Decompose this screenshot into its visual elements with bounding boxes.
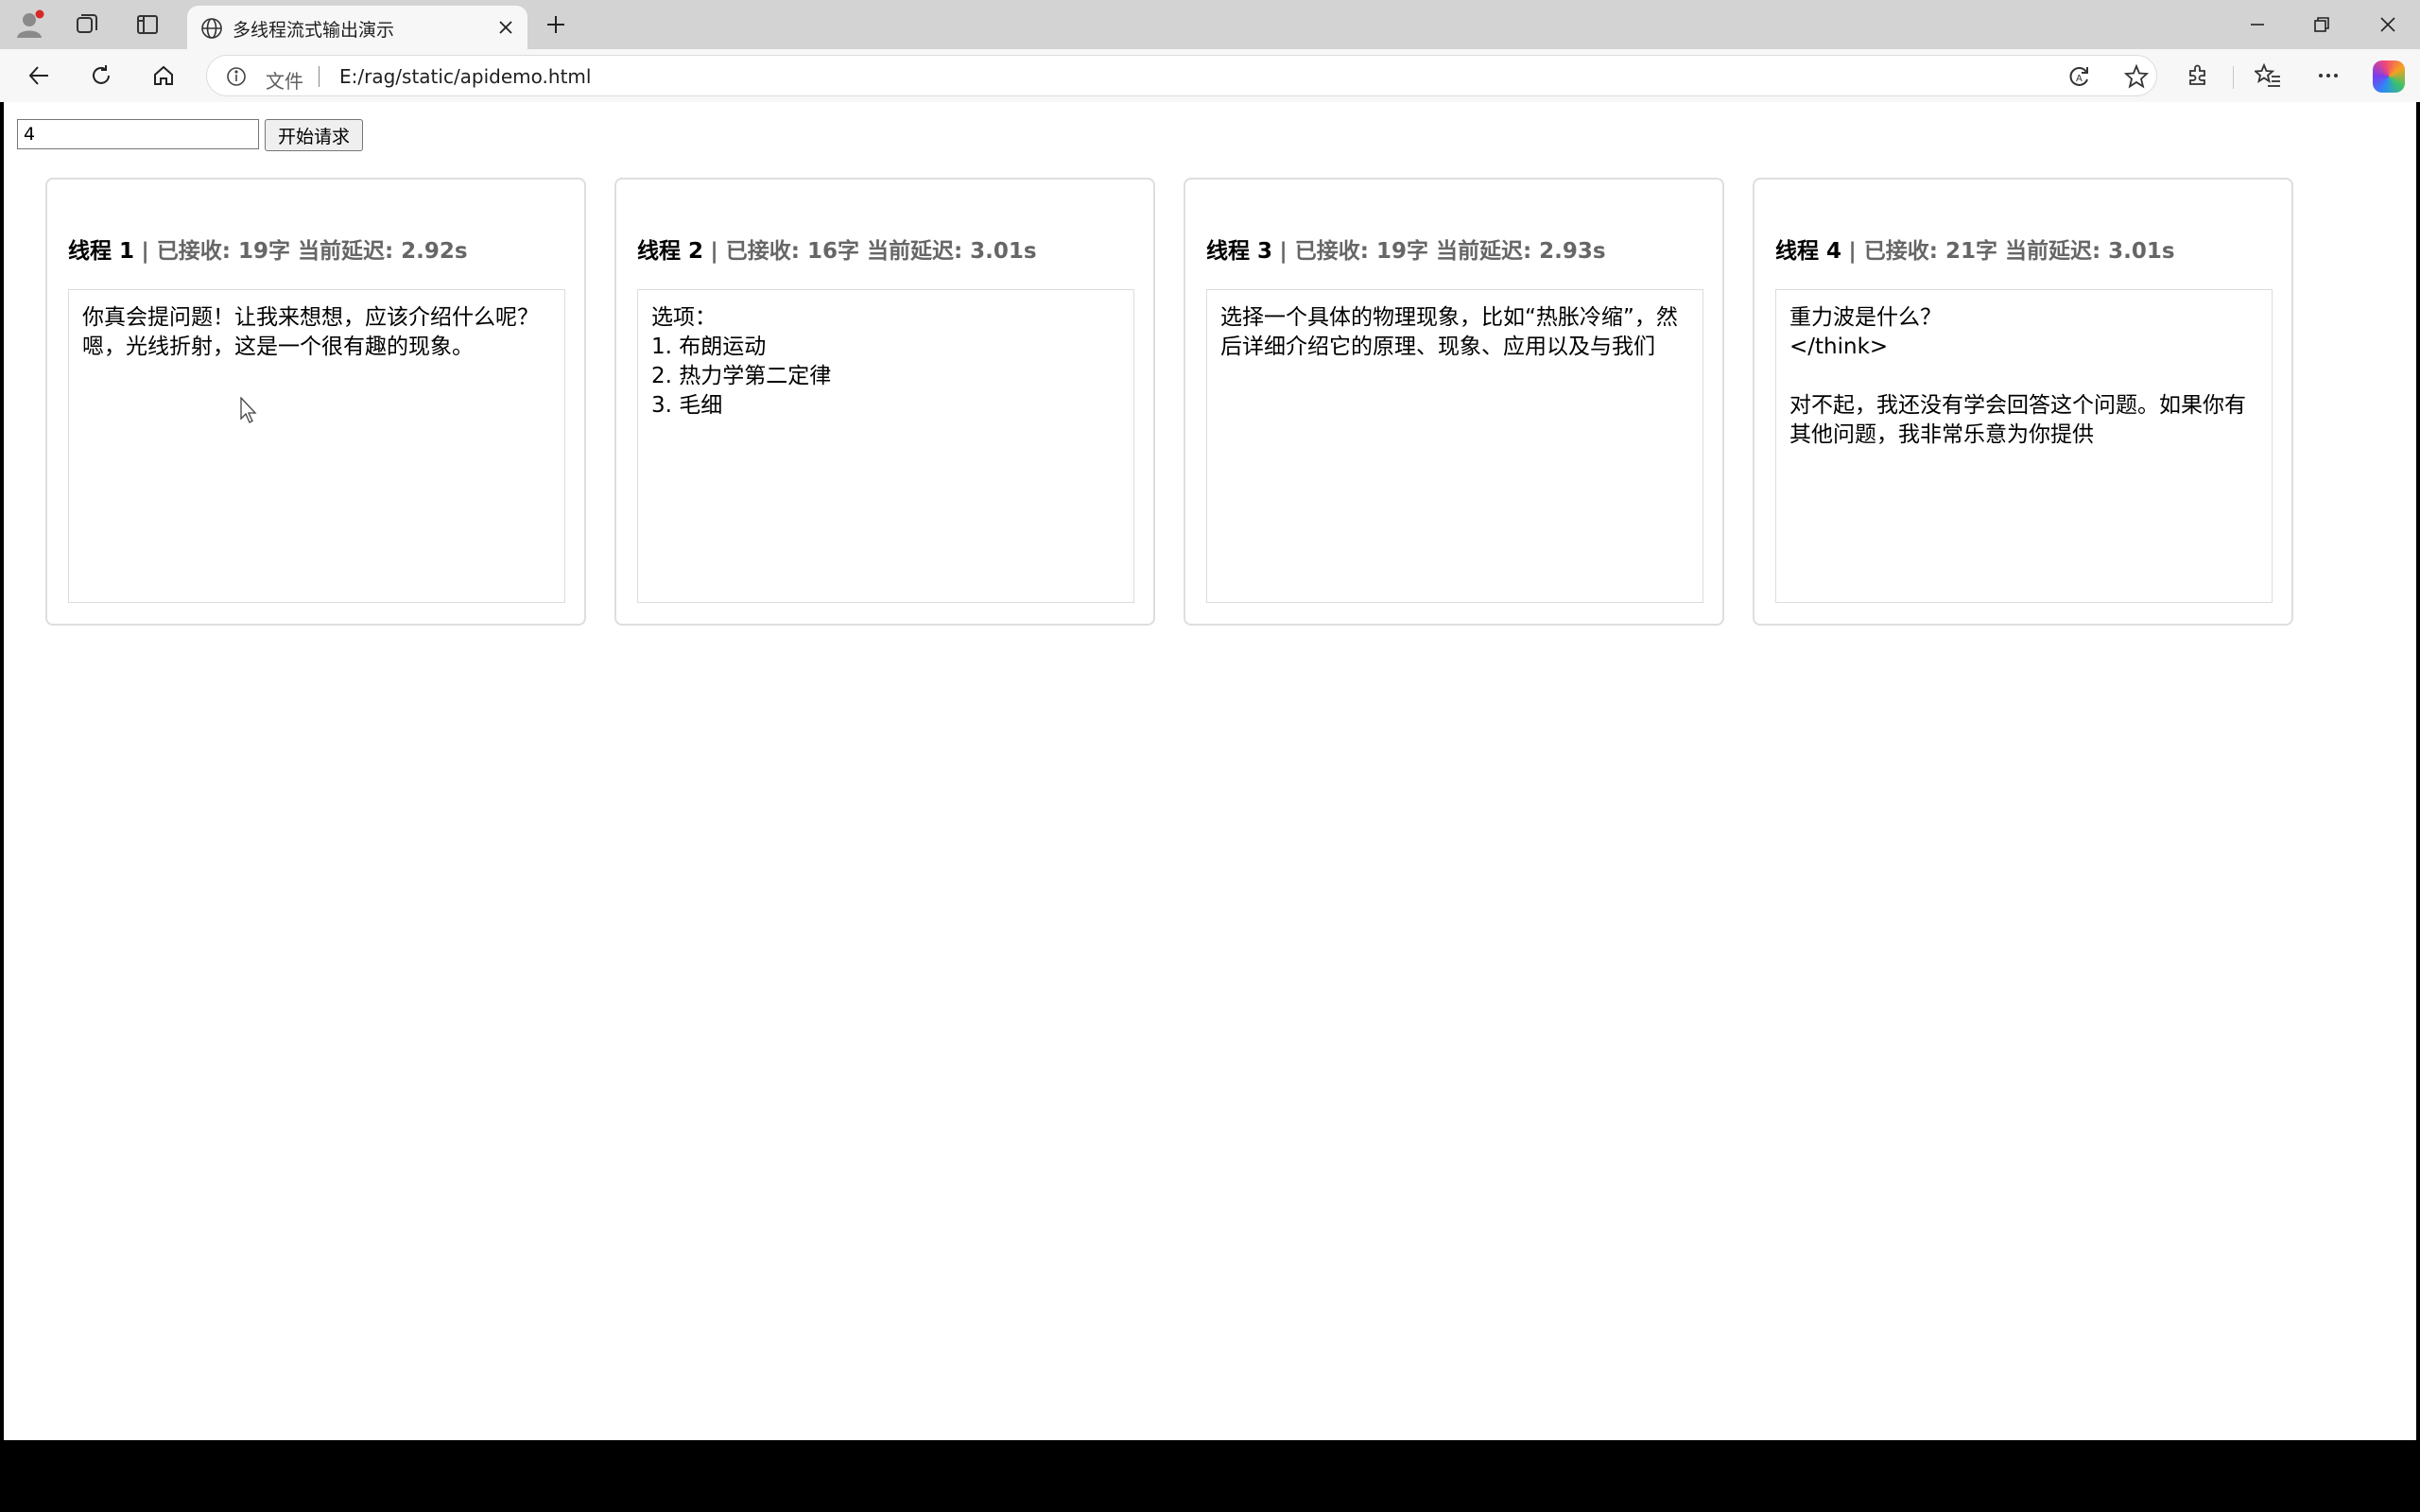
address-bar[interactable]: 文件 E:/rag/static/apidemo.html A: [206, 55, 2157, 96]
plus-icon: [547, 16, 564, 33]
thread-count-input[interactable]: [17, 119, 259, 149]
restore-button[interactable]: [2303, 8, 2341, 42]
tab-active[interactable]: 多线程流式输出演示: [187, 6, 527, 49]
thread-header: 线程 3 | 已接收: 19字 当前延迟: 2.93s: [1206, 232, 1606, 265]
more-icon: [2319, 74, 2338, 77]
refresh-icon: [93, 65, 110, 84]
svg-text:A: A: [2076, 74, 2083, 84]
favorites-icon: [2255, 63, 2280, 87]
navigation-bar: 文件 E:/rag/static/apidemo.html A: [0, 49, 2420, 102]
thread-output: 选择一个具体的物理现象，比如“热胀冷缩”，然后详细介绍它的原理、现象、应用以及与…: [1206, 289, 1703, 603]
new-tab-button[interactable]: [541, 9, 571, 40]
close-icon[interactable]: [493, 15, 518, 40]
thread-output-text: 选项： 1. 布朗运动 2. 热力学第二定律 3. 毛细: [651, 305, 832, 418]
collections-icon[interactable]: [72, 9, 102, 40]
page-viewport: 开始请求 线程 1 | 已接收: 19字 当前延迟: 2.92s 你真会提问题！…: [4, 102, 2416, 1440]
thread-output: 你真会提问题！让我来想想，应该介绍什么呢？嗯，光线折射，这是一个很有趣的现象。: [68, 289, 565, 603]
read-aloud-icon[interactable]: A: [2066, 62, 2094, 91]
back-button[interactable]: [21, 59, 57, 93]
thread-name: 线程 1: [68, 239, 135, 264]
thread-name: 线程 2: [637, 239, 704, 264]
thread-card-2: 线程 2 | 已接收: 16字 当前延迟: 3.01s 选项： 1. 布朗运动 …: [614, 178, 1155, 626]
extensions-button[interactable]: [2180, 59, 2216, 93]
mouse-cursor-icon: [240, 397, 257, 423]
thread-header: 线程 4 | 已接收: 21字 当前延迟: 3.01s: [1775, 232, 2175, 265]
tab-title: 多线程流式输出演示: [233, 20, 395, 41]
star-icon[interactable]: [2122, 62, 2151, 91]
close-window-button[interactable]: [2369, 8, 2407, 42]
thread-header: 线程 2 | 已接收: 16字 当前延迟: 3.01s: [637, 232, 1037, 265]
thread-name: 线程 4: [1775, 239, 1842, 264]
home-button[interactable]: [146, 59, 182, 93]
more-button[interactable]: [2310, 59, 2346, 93]
thread-output-text: 重力波是什么？ </think> 对不起，我还没有学会回答这个问题。如果你有其他…: [1789, 305, 2246, 447]
profile-icon[interactable]: [15, 9, 45, 40]
thread-stats: | 已接收: 19字 当前延迟: 2.92s: [141, 239, 468, 264]
thread-card-1: 线程 1 | 已接收: 19字 当前延迟: 2.92s 你真会提问题！让我来想想…: [45, 178, 586, 626]
copilot-icon[interactable]: [2373, 60, 2405, 93]
thread-name: 线程 3: [1206, 239, 1273, 264]
refresh-button[interactable]: [83, 59, 119, 93]
minimize-button[interactable]: [2238, 8, 2276, 42]
extensions-icon: [2189, 64, 2205, 85]
thread-card-4: 线程 4 | 已接收: 21字 当前延迟: 3.01s 重力波是什么？ </th…: [1753, 178, 2293, 626]
back-icon: [28, 66, 48, 85]
thread-stats: | 已接收: 21字 当前延迟: 3.01s: [1848, 239, 2175, 264]
close-icon: [2380, 17, 2395, 32]
start-request-button[interactable]: 开始请求: [265, 119, 363, 151]
thread-card-3: 线程 3 | 已接收: 19字 当前延迟: 2.93s 选择一个具体的物理现象，…: [1184, 178, 1724, 626]
taskbar-area: [0, 1440, 2420, 1512]
home-icon: [154, 65, 173, 85]
toolbar-separator: [2233, 66, 2234, 89]
info-icon[interactable]: [226, 66, 247, 91]
tab-actions-icon[interactable]: [132, 9, 163, 40]
thread-output-text: 选择一个具体的物理现象，比如“热胀冷缩”，然后详细介绍它的原理、现象、应用以及与…: [1220, 305, 1678, 359]
url-text[interactable]: E:/rag/static/apidemo.html: [339, 65, 591, 88]
favorites-button[interactable]: [2250, 59, 2286, 93]
thread-output: 重力波是什么？ </think> 对不起，我还没有学会回答这个问题。如果你有其他…: [1775, 289, 2273, 603]
globe-icon: [200, 17, 223, 43]
minimize-icon: [2251, 24, 2264, 26]
restore-icon: [2314, 17, 2329, 32]
thread-stats: | 已接收: 19字 当前延迟: 2.93s: [1279, 239, 1606, 264]
thread-output: 选项： 1. 布朗运动 2. 热力学第二定律 3. 毛细: [637, 289, 1134, 603]
title-bar: 多线程流式输出演示: [0, 0, 2420, 49]
scheme-label: 文件: [266, 70, 303, 93]
thread-header: 线程 1 | 已接收: 19字 当前延迟: 2.92s: [68, 232, 468, 265]
thread-stats: | 已接收: 16字 当前延迟: 3.01s: [710, 239, 1037, 264]
address-separator: [319, 66, 320, 87]
thread-output-text: 你真会提问题！让我来想想，应该介绍什么呢？嗯，光线折射，这是一个很有趣的现象。: [82, 305, 539, 359]
